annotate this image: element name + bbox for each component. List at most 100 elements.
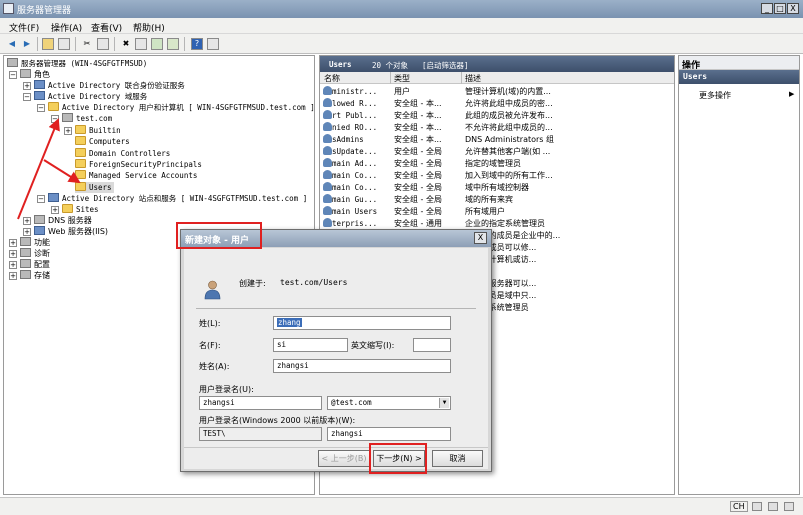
list-item[interactable]: Administr... 用户 管理计算机(域)的内置...	[320, 86, 674, 98]
column-header-name[interactable]: 名称	[324, 73, 340, 84]
help-tray-icon[interactable]	[784, 502, 794, 511]
toolbar-separator	[75, 37, 76, 51]
column-header-description[interactable]: 描述	[465, 73, 481, 84]
collapse-icon[interactable]: −	[51, 115, 59, 123]
tree-node-builtin[interactable]: + Builtin	[64, 125, 121, 136]
column-separator[interactable]	[461, 72, 462, 84]
first-name-input[interactable]: si	[273, 338, 348, 352]
tree-node-domain[interactable]: − test.com	[51, 113, 112, 124]
list-item[interactable]: Domain Gu... 安全组 - 全局 域的所有来宾	[320, 194, 674, 206]
expand-icon[interactable]: +	[9, 250, 17, 258]
list-item[interactable]: DnsUpdate... 安全组 - 全局 允许替其他客户端(如 ...	[320, 146, 674, 158]
full-name-input[interactable]: zhangsi	[273, 359, 451, 373]
list-item[interactable]: Domain Ad... 安全组 - 全局 指定的域管理员	[320, 158, 674, 170]
menu-file[interactable]: 文件(F)	[9, 21, 39, 34]
filter-status[interactable]: [启动筛选器]	[422, 60, 469, 71]
tree-node-server-manager[interactable]: 服务器管理器 (WIN-4SGFGTFMSUD)	[7, 58, 147, 69]
cut-icon[interactable]: ✂	[81, 38, 93, 50]
tree-node-users[interactable]: Users	[75, 182, 114, 193]
show-action-pane-icon[interactable]	[207, 38, 219, 50]
show-hide-tree-icon[interactable]	[58, 38, 70, 50]
tree-node-storage[interactable]: + 存储	[9, 270, 50, 281]
tree-node-diagnostics[interactable]: + 诊断	[9, 248, 50, 259]
pre2000-logon-label: 用户登录名(Windows 2000 以前版本)(W):	[199, 416, 356, 425]
expand-icon[interactable]: +	[64, 127, 72, 135]
list-item-description: 不允许将此组中成员的...	[465, 123, 553, 132]
expand-icon[interactable]: +	[23, 217, 31, 225]
cancel-button[interactable]: 取消	[432, 450, 483, 467]
menu-help[interactable]: 帮助(H)	[133, 21, 165, 34]
list-item-name: Domain Users	[323, 206, 391, 218]
expand-icon[interactable]: +	[9, 272, 17, 280]
export-list-icon[interactable]	[167, 38, 179, 50]
list-item[interactable]: Cert Publ... 安全组 - 本... 此组的成员被允许发布...	[320, 110, 674, 122]
tree-node-adfs[interactable]: + Active Directory 联合身份验证服务	[23, 80, 185, 91]
collapse-icon[interactable]: −	[23, 93, 31, 101]
tree-node-dns[interactable]: + DNS 服务器	[23, 215, 92, 226]
logon-name-input[interactable]: zhangsi	[199, 396, 322, 410]
help-icon[interactable]: ?	[191, 38, 203, 50]
list-item[interactable]: Domain Users 安全组 - 全局 所有域用户	[320, 206, 674, 218]
expand-icon[interactable]: +	[23, 82, 31, 90]
upn-suffix-select[interactable]: @test.com ▼	[327, 396, 451, 410]
tree-node-roles[interactable]: − 角色	[9, 69, 50, 80]
menu-action[interactable]: 操作(A)	[51, 21, 82, 34]
expand-icon[interactable]: +	[51, 206, 59, 214]
tree-node-iis[interactable]: + Web 服务器(IIS)	[23, 226, 108, 237]
menu-view[interactable]: 查看(V)	[91, 21, 122, 34]
collapse-icon[interactable]: −	[9, 71, 17, 79]
tree-node-domain-controllers[interactable]: Domain Controllers	[75, 148, 170, 159]
chevron-down-icon[interactable]: ▼	[439, 398, 449, 408]
column-header-type[interactable]: 类型	[394, 73, 410, 84]
list-item[interactable]: Allowed R... 安全组 - 本... 允许将此组中成员的密...	[320, 98, 674, 110]
more-actions-link[interactable]: 更多操作	[699, 90, 731, 101]
tree-node-adss[interactable]: − Active Directory 站点和服务 [ WIN-4SGFGTFMSU…	[37, 193, 307, 204]
expand-icon[interactable]: +	[23, 228, 31, 236]
user-avatar-icon	[204, 280, 221, 300]
keyboard-icon[interactable]	[752, 502, 762, 511]
tree-node-aduc[interactable]: − Active Directory 用户和计算机 [ WIN-4SGFGTFMS…	[37, 102, 315, 113]
list-item[interactable]: Denied RO... 安全组 - 本... 不允许将此组中成员的...	[320, 122, 674, 134]
close-button[interactable]: X	[787, 3, 799, 14]
back-arrow-icon[interactable]: ◀	[6, 38, 18, 50]
collapse-icon[interactable]: −	[37, 195, 45, 203]
action-section-users[interactable]: Users	[679, 70, 799, 84]
tree-node-sites[interactable]: + Sites	[51, 204, 99, 215]
tree-node-managed-service-accounts[interactable]: Managed Service Accounts	[75, 170, 197, 181]
tree-node-adds[interactable]: − Active Directory 域服务	[23, 91, 147, 102]
list-item-type: 安全组 - 全局	[394, 195, 442, 204]
initials-input[interactable]	[413, 338, 451, 352]
back-button[interactable]: < 上一步(B)	[318, 450, 370, 467]
expand-icon[interactable]: +	[9, 261, 17, 269]
tree-node-fsp[interactable]: ForeignSecurityPrincipals	[75, 159, 202, 170]
tray-icon[interactable]	[768, 502, 778, 511]
object-count: 20 个对象	[372, 61, 409, 70]
results-title: Users	[329, 60, 352, 69]
submenu-arrow-icon[interactable]: ▶	[789, 90, 794, 98]
list-item[interactable]: Domain Co... 安全组 - 全局 域中所有域控制器	[320, 182, 674, 194]
refresh-icon[interactable]	[151, 38, 163, 50]
collapse-icon[interactable]: −	[37, 104, 45, 112]
list-item-type: 安全组 - 本...	[394, 123, 442, 132]
properties-icon[interactable]	[135, 38, 147, 50]
copy-icon[interactable]	[97, 38, 109, 50]
tree-node-configuration[interactable]: + 配置	[9, 259, 50, 270]
tree-node-computers[interactable]: Computers	[75, 136, 130, 147]
list-item-description: 域中所有域控制器	[465, 183, 529, 192]
expand-icon[interactable]: +	[9, 239, 17, 247]
action-pane: 操作 Users 更多操作 ▶	[678, 55, 800, 495]
dialog-close-button[interactable]: X	[474, 232, 487, 244]
user-group-icon	[323, 218, 332, 227]
tree-node-features[interactable]: + 功能	[9, 237, 50, 248]
column-separator[interactable]	[390, 72, 391, 84]
up-folder-icon[interactable]	[42, 38, 54, 50]
input-language-indicator[interactable]: CH	[730, 501, 748, 512]
list-item[interactable]: Domain Co... 安全组 - 全局 加入到域中的所有工作...	[320, 170, 674, 182]
maximize-button[interactable]: □	[774, 3, 786, 14]
forward-arrow-icon[interactable]: ▶	[21, 38, 33, 50]
minimize-button[interactable]: _	[761, 3, 773, 14]
pre2000-logon-input[interactable]: zhangsi	[327, 427, 451, 441]
list-item[interactable]: DnsAdmins 安全组 - 本... DNS Administrators 组	[320, 134, 674, 146]
last-name-input[interactable]: zhang	[273, 316, 451, 330]
delete-icon[interactable]: ✖	[120, 38, 132, 50]
